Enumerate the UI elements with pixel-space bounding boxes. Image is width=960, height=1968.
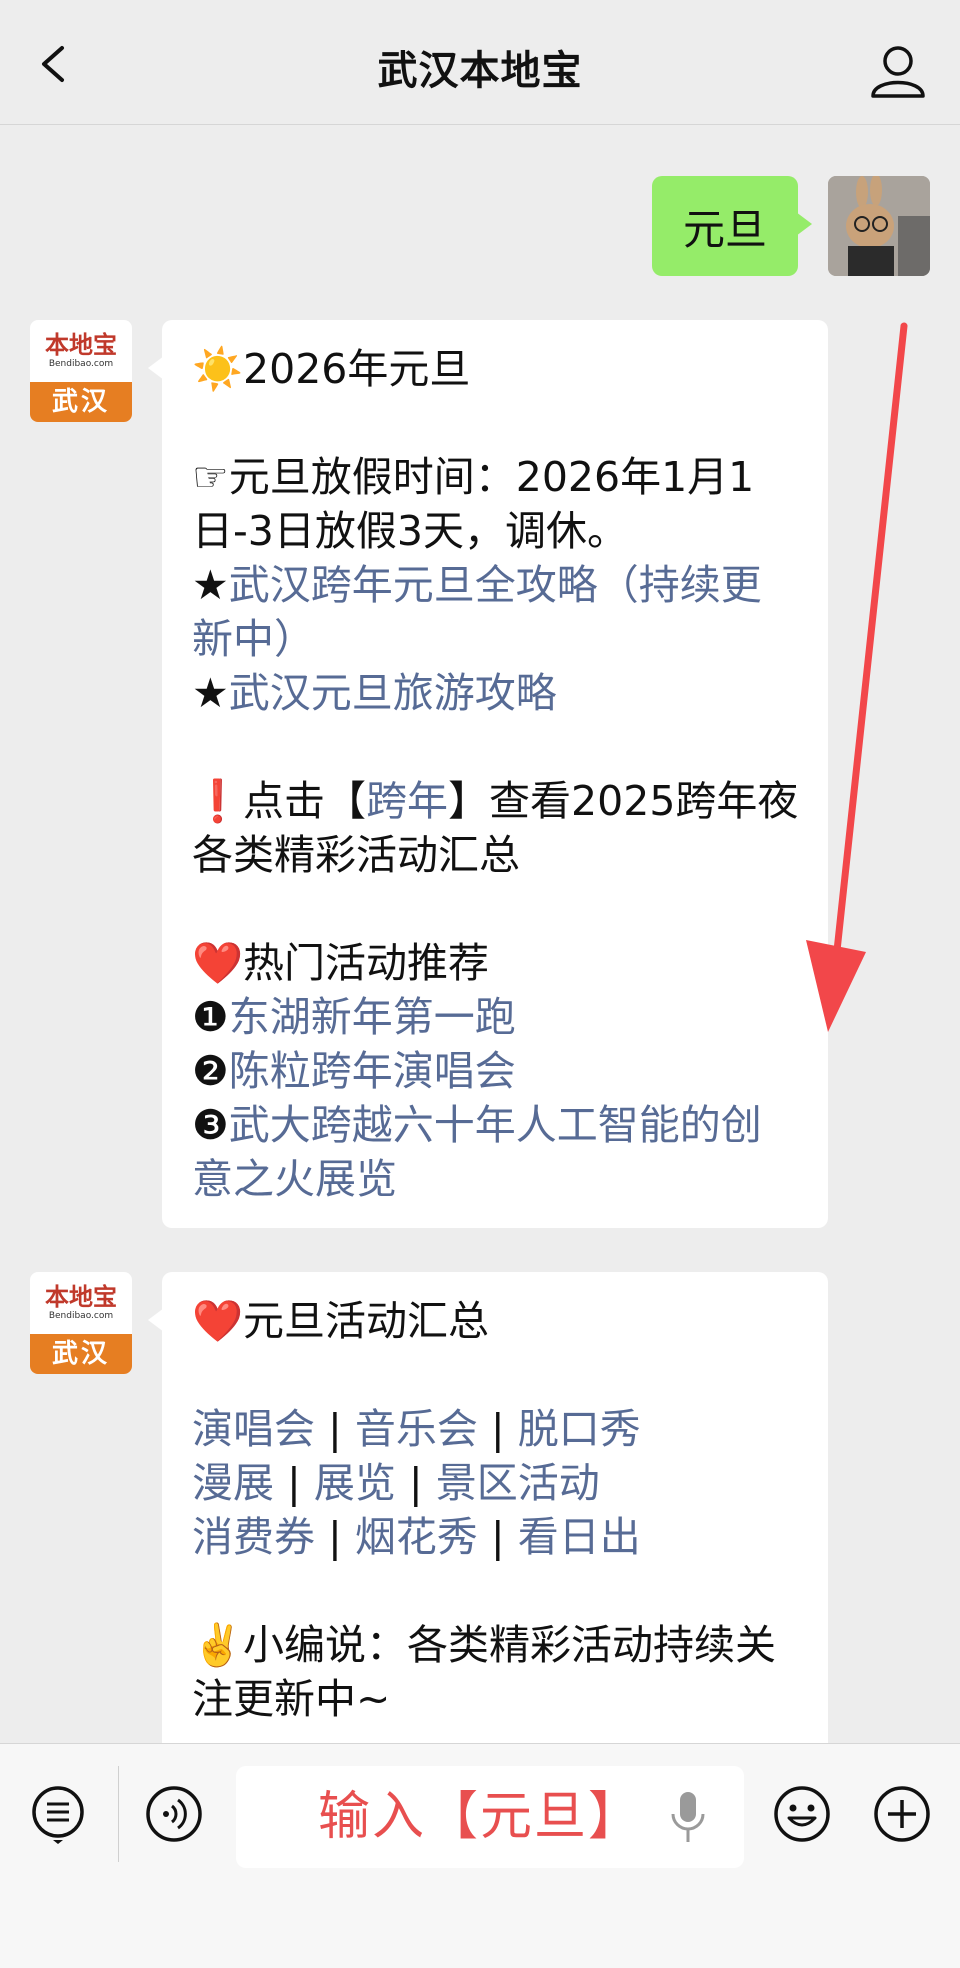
message-line: ☞元旦放假时间：2026年1月1日-3日放假3天，调休。 bbox=[192, 453, 755, 555]
voice-icon[interactable] bbox=[144, 1784, 204, 1844]
activity-link-rows: 演唱会 | 音乐会 | 脱口秀 漫展 | 展览 | 景区活动 消费券 | 烟花秀 |… bbox=[192, 1402, 800, 1564]
bot-message-bubble: ❤️元旦活动汇总 演唱会 | 音乐会 | 脱口秀 漫展 | 展览 | 景区活动 消费… bbox=[148, 1272, 828, 1772]
article-link[interactable]: 武汉元旦旅游攻略 bbox=[229, 669, 557, 717]
bot-avatar[interactable]: 本地宝 Bendibao.com 武汉 bbox=[30, 320, 132, 422]
link-separator: | bbox=[477, 1405, 518, 1453]
article-link[interactable]: 武汉跨年元旦全攻略（持续更新中） bbox=[192, 561, 762, 663]
line-prefix: ❷ bbox=[192, 1047, 229, 1095]
link-row: 演唱会 | 音乐会 | 脱口秀 bbox=[192, 1402, 800, 1456]
article-link[interactable]: 跨年 bbox=[366, 777, 448, 825]
user-message-bubble[interactable]: 元旦 bbox=[652, 176, 812, 276]
user-message-text: 元旦 bbox=[682, 204, 767, 254]
message-heading: ❤️元旦活动汇总 bbox=[192, 1297, 490, 1345]
chat-title: 武汉本地宝 bbox=[377, 48, 583, 94]
avatar-domain-text: Bendibao.com bbox=[48, 359, 114, 369]
activity-link[interactable]: 演唱会 bbox=[192, 1405, 315, 1453]
link-row: 漫展 | 展览 | 景区活动 bbox=[192, 1456, 800, 1510]
activity-link[interactable]: 消费券 bbox=[192, 1513, 315, 1561]
link-separator: | bbox=[395, 1459, 436, 1507]
line-prefix: ❸ bbox=[192, 1101, 229, 1149]
bot-avatar[interactable]: 本地宝 Bendibao.com 武汉 bbox=[30, 1272, 132, 1374]
message-line: ❤️热门活动推荐 bbox=[192, 939, 490, 987]
message-link-line: ❸武大跨越六十年人工智能的创意之火展览 bbox=[192, 1098, 800, 1206]
link-separator: | bbox=[274, 1459, 314, 1507]
link-separator: | bbox=[477, 1513, 518, 1561]
input-text: 输入【元旦】 bbox=[318, 1787, 643, 1847]
message-link-line: ★武汉元旦旅游攻略 bbox=[192, 666, 800, 720]
divider bbox=[118, 1766, 119, 1862]
avatar-domain-text: Bendibao.com bbox=[48, 1311, 114, 1321]
activity-link[interactable]: 展览 bbox=[314, 1459, 396, 1507]
activity-link[interactable]: 景区活动 bbox=[436, 1459, 600, 1507]
activity-link[interactable]: 脱口秀 bbox=[518, 1405, 641, 1453]
activity-link[interactable]: 音乐会 bbox=[355, 1405, 478, 1453]
line-prefix: ❗点击【 bbox=[192, 777, 367, 825]
avatar-brand-text: 本地宝 bbox=[45, 331, 117, 359]
menu-list-icon[interactable] bbox=[28, 1784, 88, 1844]
link-separator: | bbox=[315, 1513, 355, 1561]
activity-link[interactable]: 烟花秀 bbox=[355, 1513, 478, 1561]
link-row: 消费券 | 烟花秀 | 看日出 bbox=[192, 1510, 800, 1564]
article-link[interactable]: 武大跨越六十年人工智能的创意之火展览 bbox=[192, 1101, 762, 1203]
article-link[interactable]: 东湖新年第一跑 bbox=[229, 993, 516, 1041]
bot-message-bubble: ☀️2026年元旦 ☞元旦放假时间：2026年1月1日-3日放假3天，调休。 ★武汉… bbox=[148, 320, 828, 1228]
plus-icon[interactable] bbox=[872, 1784, 932, 1844]
link-separator: | bbox=[315, 1405, 355, 1453]
message-link-line: ❗点击【跨年】查看2025跨年夜各类精彩活动汇总 bbox=[192, 774, 800, 882]
message-link-line: ❶东湖新年第一跑 bbox=[192, 990, 800, 1044]
avatar-city-text: 武汉 bbox=[30, 382, 132, 422]
message-link-line: ★武汉跨年元旦全攻略（持续更新中） bbox=[192, 558, 800, 666]
message-input[interactable]: 输入【元旦】 bbox=[236, 1766, 744, 1868]
avatar-brand-text: 本地宝 bbox=[45, 1283, 117, 1311]
line-prefix: ★ bbox=[192, 669, 229, 717]
editor-note: ✌️小编说：各类精彩活动持续关注更新中~ bbox=[192, 1621, 777, 1723]
article-link[interactable]: 陈粒跨年演唱会 bbox=[229, 1047, 516, 1095]
line-prefix: ★ bbox=[192, 561, 229, 609]
message-line: ☀️2026年元旦 bbox=[192, 345, 471, 393]
activity-link[interactable]: 看日出 bbox=[518, 1513, 641, 1561]
user-profile-icon[interactable] bbox=[870, 44, 926, 98]
avatar-city-text: 武汉 bbox=[30, 1334, 132, 1374]
rabbit-avatar-icon bbox=[828, 176, 930, 276]
emoji-icon[interactable] bbox=[772, 1784, 832, 1844]
user-avatar[interactable] bbox=[828, 176, 930, 276]
bottom-input-bar: 输入【元旦】 bbox=[0, 1743, 960, 1968]
message-link-line: ❷陈粒跨年演唱会 bbox=[192, 1044, 800, 1098]
top-bar: 武汉本地宝 bbox=[0, 0, 960, 125]
line-prefix: ❶ bbox=[192, 993, 229, 1041]
activity-link[interactable]: 漫展 bbox=[192, 1459, 274, 1507]
microphone-icon[interactable] bbox=[668, 1788, 708, 1848]
